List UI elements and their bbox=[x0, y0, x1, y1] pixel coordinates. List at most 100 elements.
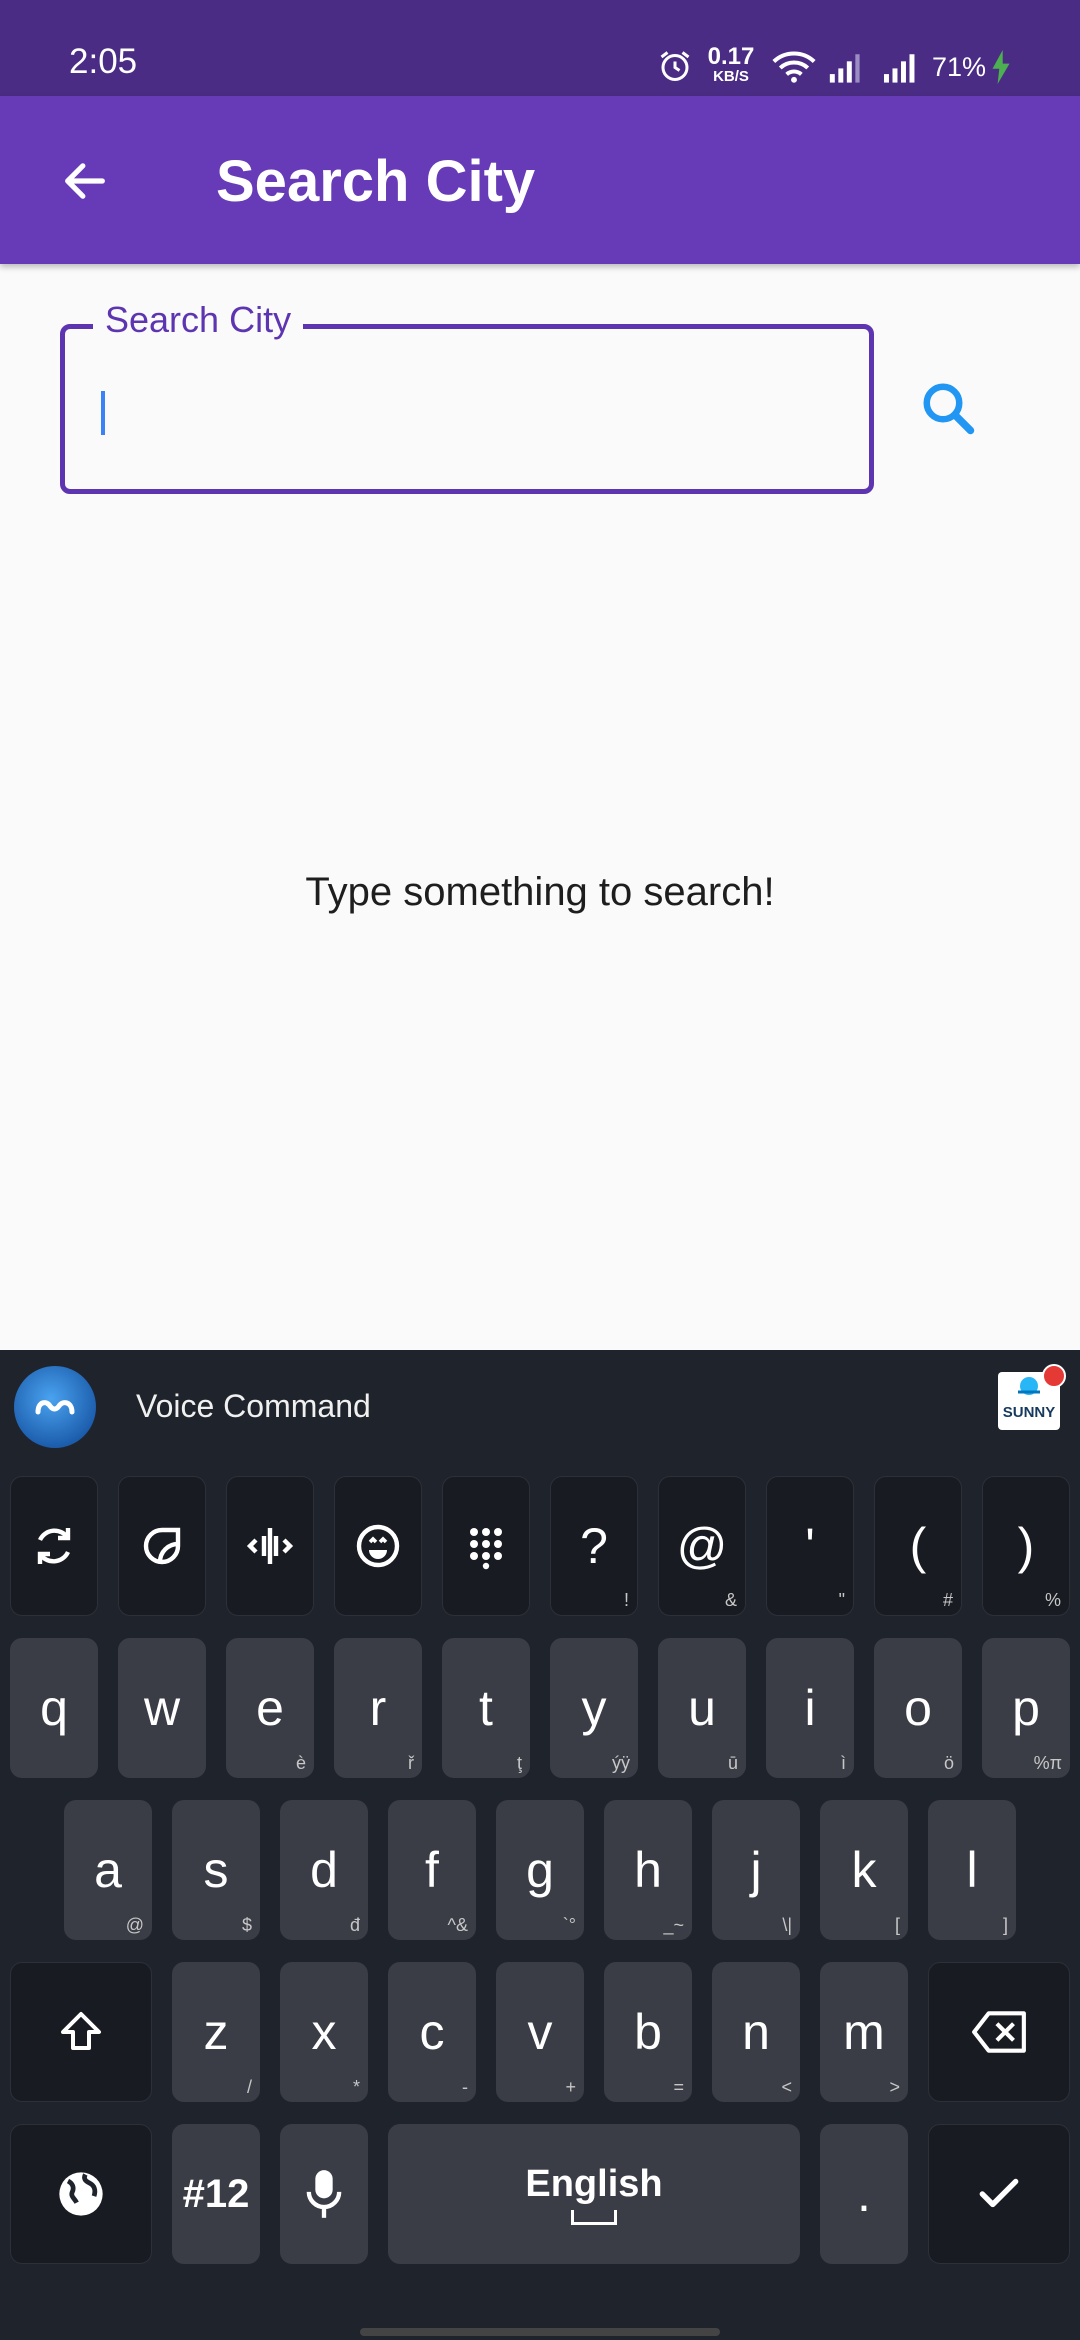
cursor-move-icon bbox=[246, 1528, 294, 1564]
key-apostrophe[interactable]: ' " bbox=[766, 1476, 854, 1616]
key-sub: > bbox=[889, 2077, 900, 2097]
key-main: p bbox=[1012, 1680, 1040, 1736]
symbols-key-label: #12 bbox=[182, 2171, 250, 2216]
key-sub: ř bbox=[408, 1753, 414, 1773]
key-h[interactable]: h _~ bbox=[604, 1800, 692, 1940]
key-at[interactable]: @ & bbox=[658, 1476, 746, 1616]
key-main: v bbox=[527, 2004, 553, 2060]
page-title: Search City bbox=[216, 149, 536, 214]
key-sub: @ bbox=[125, 1915, 144, 1935]
badge-text: SUNNY bbox=[1002, 1404, 1056, 1421]
key-q[interactable]: q bbox=[10, 1638, 98, 1778]
key-sub: ì bbox=[840, 1753, 846, 1773]
signal-icon bbox=[829, 54, 860, 83]
key-question[interactable]: ? ! bbox=[550, 1476, 638, 1616]
key-u[interactable]: uū bbox=[658, 1638, 746, 1778]
sunny-app-badge[interactable]: SUNNY bbox=[998, 1364, 1066, 1430]
period-key[interactable]: . bbox=[820, 2124, 908, 2264]
text-cursor bbox=[101, 391, 105, 435]
key-sub: %π bbox=[1033, 1753, 1062, 1773]
key-sub: `° bbox=[562, 1915, 576, 1935]
key-g[interactable]: g `° bbox=[496, 1800, 584, 1940]
checkmark-icon bbox=[979, 2178, 1019, 2208]
network-speed-unit: KB/S bbox=[713, 68, 749, 85]
empty-state-message: Type something to search! bbox=[305, 870, 775, 914]
microphone-icon bbox=[306, 2170, 342, 2218]
key-main: e bbox=[256, 1680, 284, 1736]
back-button[interactable] bbox=[40, 136, 130, 226]
refresh-icon bbox=[37, 1528, 71, 1564]
key-main: r bbox=[369, 1680, 387, 1736]
key-f[interactable]: f ^& bbox=[388, 1800, 476, 1940]
backspace-icon bbox=[972, 2011, 1026, 2053]
key-sub: ū bbox=[727, 1753, 738, 1773]
key-d[interactable]: dđ bbox=[280, 1800, 368, 1940]
symbols-key[interactable]: #12 bbox=[172, 2124, 260, 2264]
backspace-key[interactable] bbox=[928, 1962, 1070, 2102]
numpad-key[interactable] bbox=[442, 1476, 530, 1616]
key-sub: ţ bbox=[516, 1753, 522, 1773]
key-b[interactable]: b = bbox=[604, 1962, 692, 2102]
app-bar: Search City bbox=[0, 96, 1080, 264]
sticker-key[interactable] bbox=[118, 1476, 206, 1616]
search-icon bbox=[923, 383, 975, 435]
key-n[interactable]: n < bbox=[712, 1962, 800, 2102]
key-sub: ^& bbox=[447, 1915, 468, 1935]
key-main: z bbox=[203, 2004, 229, 2060]
space-key[interactable]: English bbox=[388, 2124, 800, 2264]
cursor-move-key[interactable] bbox=[226, 1476, 314, 1616]
emoji-key[interactable] bbox=[334, 1476, 422, 1616]
key-main: c bbox=[419, 2004, 445, 2060]
network-speed-value: 0.17 bbox=[707, 43, 755, 70]
search-input[interactable] bbox=[95, 375, 835, 445]
key-w[interactable]: w bbox=[118, 1638, 206, 1778]
key-z[interactable]: z / bbox=[172, 1962, 260, 2102]
charging-icon bbox=[992, 50, 1010, 84]
key-main: b bbox=[634, 2004, 662, 2060]
key-sub: # bbox=[942, 1590, 953, 1610]
key-j[interactable]: j \| bbox=[712, 1800, 800, 1940]
key-e[interactable]: eè bbox=[226, 1638, 314, 1778]
shift-key[interactable] bbox=[10, 1962, 152, 2102]
key-l[interactable]: l] bbox=[928, 1800, 1016, 1940]
voice-command-button[interactable]: Voice Command bbox=[136, 1388, 371, 1425]
key-main: i bbox=[804, 1680, 816, 1736]
battery-level: 71% bbox=[932, 52, 987, 82]
key-m[interactable]: m > bbox=[820, 1962, 908, 2102]
key-main: a bbox=[94, 1842, 122, 1898]
sticker-icon bbox=[143, 1527, 181, 1565]
key-p[interactable]: p %π bbox=[982, 1638, 1070, 1778]
key-c[interactable]: c- bbox=[388, 1962, 476, 2102]
key-sub: < bbox=[781, 2077, 792, 2097]
key-x[interactable]: x * bbox=[280, 1962, 368, 2102]
alarm-icon bbox=[660, 51, 690, 81]
key-main: s bbox=[203, 1842, 229, 1898]
key-close-paren[interactable]: ) % bbox=[982, 1476, 1070, 1616]
key-t[interactable]: tţ bbox=[442, 1638, 530, 1778]
key-y[interactable]: y ýÿ bbox=[550, 1638, 638, 1778]
key-sub: ýÿ bbox=[612, 1753, 630, 1773]
key-i[interactable]: iì bbox=[766, 1638, 854, 1778]
key-k[interactable]: k[ bbox=[820, 1800, 908, 1940]
numpad-icon bbox=[470, 1528, 502, 1570]
key-open-paren[interactable]: ( # bbox=[874, 1476, 962, 1616]
enter-key[interactable] bbox=[928, 2124, 1070, 2264]
key-main: q bbox=[40, 1680, 68, 1736]
key-o[interactable]: oö bbox=[874, 1638, 962, 1778]
mic-key[interactable] bbox=[280, 2124, 368, 2264]
network-speed: 0.17 KB/S bbox=[703, 43, 759, 85]
key-r[interactable]: rř bbox=[334, 1638, 422, 1778]
language-key[interactable] bbox=[10, 2124, 152, 2264]
key-sub: è bbox=[295, 1753, 306, 1773]
home-indicator[interactable] bbox=[360, 2328, 720, 2336]
key-v[interactable]: v + bbox=[496, 1962, 584, 2102]
wifi-icon bbox=[772, 51, 816, 83]
assistant-avatar-icon[interactable] bbox=[14, 1366, 96, 1448]
arrow-left-icon bbox=[65, 163, 105, 199]
key-s[interactable]: s $ bbox=[172, 1800, 260, 1940]
shift-icon bbox=[61, 2012, 101, 2050]
search-field[interactable]: Search City bbox=[60, 299, 874, 494]
search-button[interactable] bbox=[905, 365, 991, 451]
refresh-key[interactable] bbox=[10, 1476, 98, 1616]
key-a[interactable]: a @ bbox=[64, 1800, 152, 1940]
